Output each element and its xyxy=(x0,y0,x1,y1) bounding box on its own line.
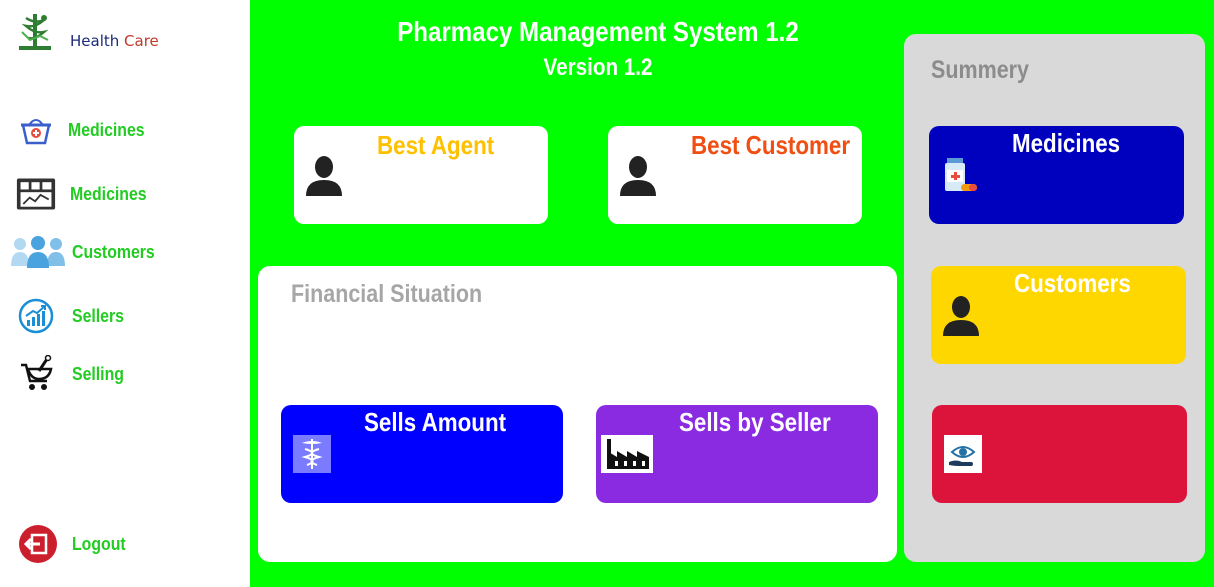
best-agent-title: Best Agent xyxy=(377,130,495,160)
sidebar-item-selling[interactable]: Selling xyxy=(16,355,131,392)
mortar-cart-icon xyxy=(16,355,56,392)
page-title: Pharmacy Management System 1.2 xyxy=(397,16,799,47)
sells-amount-card[interactable]: Sells Amount xyxy=(281,405,563,503)
sidebar: Health Care Medicines Medicines Customer… xyxy=(0,0,250,587)
summary-medicines-title: Medicines xyxy=(1012,128,1121,158)
summary-customers-title: Customers xyxy=(1014,268,1131,298)
summary-medicines-card[interactable]: Medicines xyxy=(929,126,1184,224)
logout-icon xyxy=(18,525,58,563)
calculator-chart-icon xyxy=(16,176,56,212)
sidebar-item-label: Medicines xyxy=(68,119,145,140)
medicine-bottle-icon xyxy=(941,156,979,196)
medicine-basket-icon xyxy=(16,112,56,148)
sidebar-item-label: Customers xyxy=(72,241,155,262)
person-icon xyxy=(618,154,658,196)
hand-eye-icon xyxy=(944,435,982,473)
sidebar-item-customers[interactable]: Customers xyxy=(10,234,166,270)
summary-third-card[interactable] xyxy=(932,405,1187,503)
sidebar-item-label: Sellers xyxy=(72,305,124,326)
sidebar-item-sellers[interactable]: Sellers xyxy=(16,298,131,334)
person-icon xyxy=(941,294,981,336)
brand-name-part2: Care xyxy=(124,32,159,50)
best-customer-card[interactable]: Best Customer xyxy=(608,126,862,224)
logout-label: Logout xyxy=(72,533,126,554)
logout-button[interactable]: Logout xyxy=(18,525,133,563)
caduceus-icon xyxy=(293,435,331,473)
financial-situation-panel: Financial Situation Sells Amount Sells b… xyxy=(258,266,897,562)
factory-icon xyxy=(601,435,653,473)
caduceus-pharmacy-icon xyxy=(16,12,54,52)
sells-by-seller-title: Sells by Seller xyxy=(679,407,831,437)
sidebar-item-medicines-2[interactable]: Medicines xyxy=(16,176,157,212)
person-icon xyxy=(304,154,344,196)
best-agent-card[interactable]: Best Agent xyxy=(294,126,548,224)
sidebar-item-label: Medicines xyxy=(70,183,147,204)
summary-panel: Summery Medicines Customers xyxy=(904,34,1205,562)
growth-chart-icon xyxy=(16,298,56,334)
best-customer-title: Best Customer xyxy=(691,130,851,160)
sells-by-seller-card[interactable]: Sells by Seller xyxy=(596,405,878,503)
financial-situation-title: Financial Situation xyxy=(291,280,483,308)
brand: Health Care xyxy=(16,12,159,52)
sells-amount-title: Sells Amount xyxy=(364,407,507,437)
sidebar-item-medicines[interactable]: Medicines xyxy=(16,112,155,148)
sidebar-item-label: Selling xyxy=(72,363,124,384)
summary-customers-card[interactable]: Customers xyxy=(931,266,1186,364)
group-users-icon xyxy=(10,234,66,270)
brand-name: Health Care xyxy=(70,32,159,50)
app-window: Health Care Medicines Medicines Customer… xyxy=(0,0,1214,587)
brand-name-part1: Health xyxy=(70,32,120,50)
version-label: Version 1.2 xyxy=(543,54,653,81)
summary-title: Summery xyxy=(931,56,1029,84)
